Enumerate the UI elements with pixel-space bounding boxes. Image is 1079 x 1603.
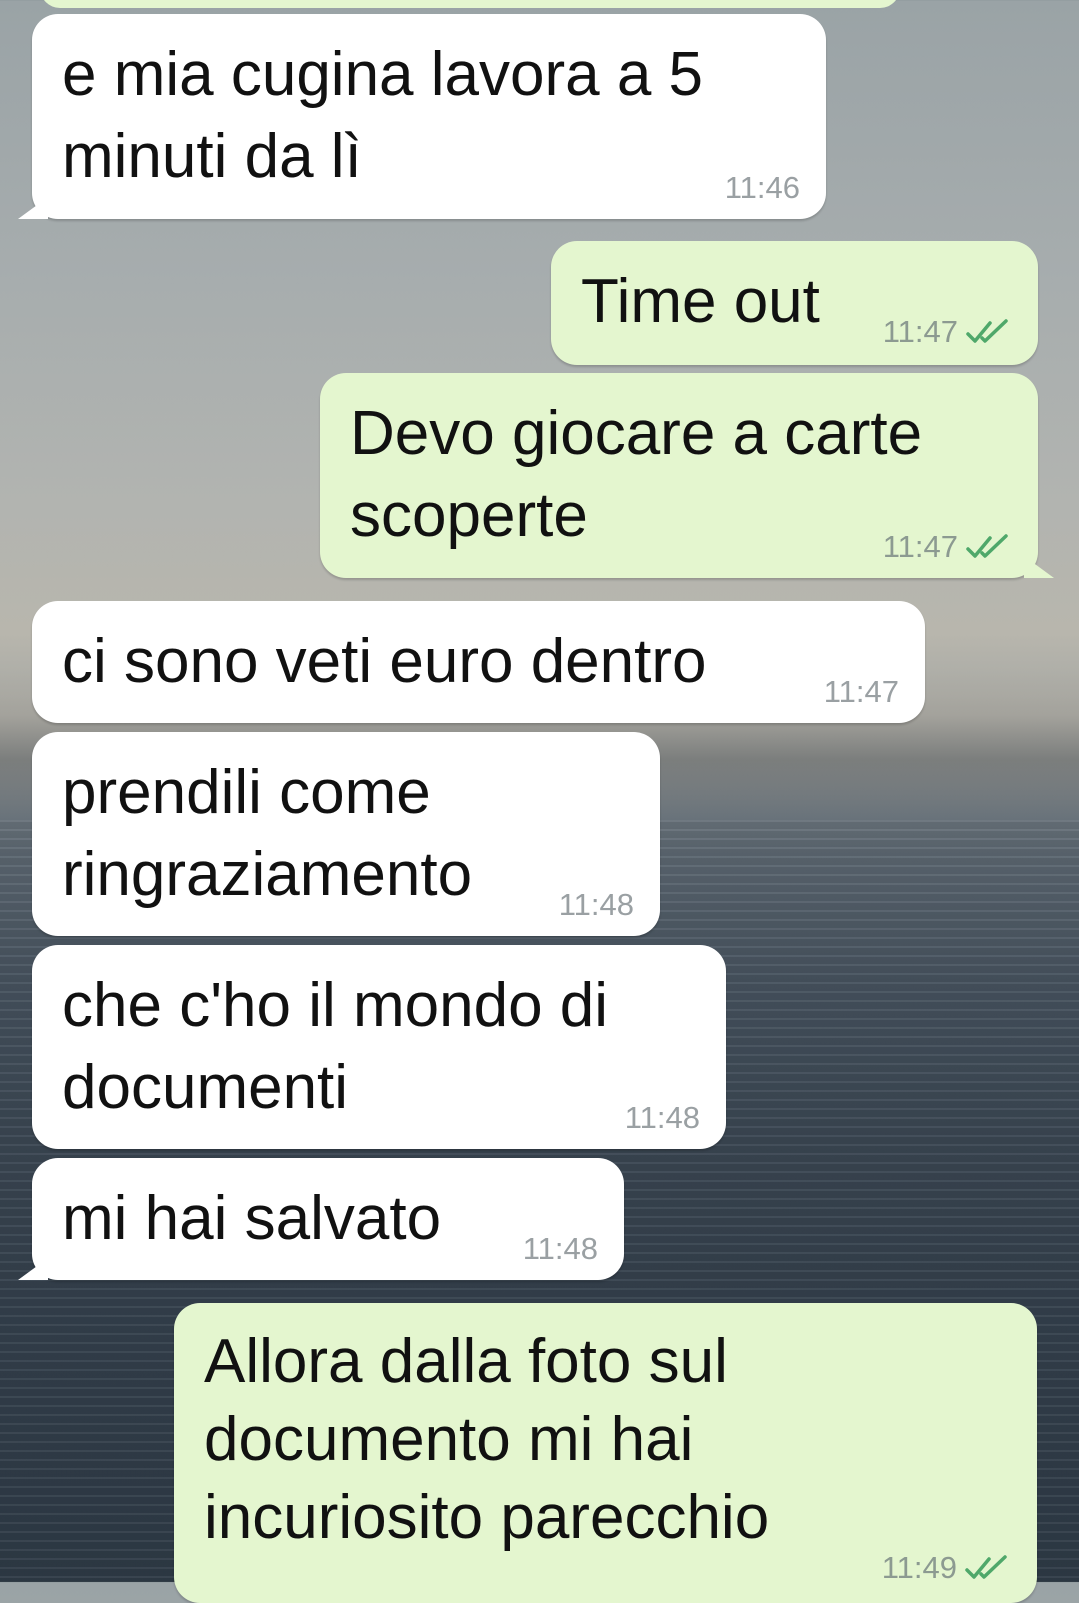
message-text: mi hai salvato [62, 1184, 442, 1253]
message-time: 11:48 [624, 1100, 700, 1135]
message-time: 11:49 [881, 1550, 957, 1585]
message-meta: 11:49 [882, 1551, 1011, 1585]
message-bubble-outgoing[interactable]: Devo giocare a carte scoperte 11:47 [320, 373, 1054, 578]
message-bubble-incoming[interactable]: mi hai salvato 11:48 [18, 1158, 624, 1280]
message-text: Allora dalla foto sul documento mi hai i… [204, 1327, 770, 1552]
message-bubble-outgoing[interactable]: Allora dalla foto sul documento mi hai i… [174, 1303, 1037, 1603]
message-meta: 11:47 [824, 675, 899, 709]
message-meta: 11:46 [725, 171, 800, 205]
message-bubble-incoming[interactable]: prendili come ringraziamento 11:48 [32, 732, 660, 936]
message-meta: 11:47 [883, 530, 1012, 564]
double-check-icon [966, 534, 1008, 558]
message-meta: 11:48 [523, 1232, 598, 1266]
message-time: 11:48 [558, 887, 634, 922]
previous-message-edge [40, 0, 900, 8]
double-check-icon [966, 319, 1008, 343]
message-time: 11:46 [724, 170, 800, 205]
bubble-tail [1024, 556, 1054, 578]
message-bubble-incoming[interactable]: che c'ho il mondo di documenti 11:48 [32, 945, 726, 1149]
message-meta: 11:47 [883, 315, 1012, 349]
message-meta: 11:48 [625, 1101, 700, 1135]
message-bubble-incoming[interactable]: e mia cugina lavora a 5 minuti da lì 11:… [18, 14, 826, 219]
message-time: 11:47 [823, 674, 899, 709]
message-text: prendili come ringraziamento [62, 758, 473, 909]
message-time: 11:47 [882, 314, 958, 349]
message-bubble-outgoing[interactable]: Time out 11:47 [551, 241, 1038, 365]
message-time: 11:48 [522, 1231, 598, 1266]
message-meta: 11:48 [559, 888, 634, 922]
message-time: 11:47 [882, 529, 958, 564]
message-text: e mia cugina lavora a 5 minuti da lì [62, 40, 704, 191]
message-text: che c'ho il mondo di documenti [62, 971, 609, 1122]
double-check-icon [965, 1555, 1007, 1579]
message-text: ci sono veti euro dentro [62, 627, 707, 696]
bubble-tail [18, 197, 48, 219]
message-bubble-incoming[interactable]: ci sono veti euro dentro 11:47 [32, 601, 925, 723]
